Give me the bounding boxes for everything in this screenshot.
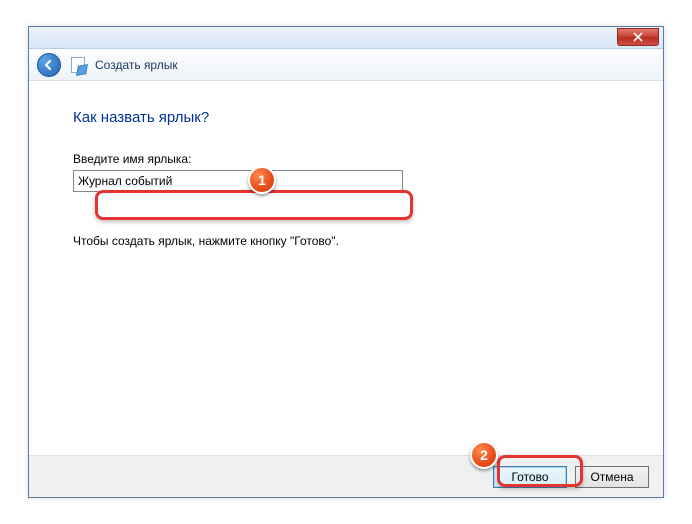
cancel-button[interactable]: Отмена bbox=[575, 466, 649, 488]
back-arrow-icon bbox=[43, 59, 55, 71]
page-heading: Как назвать ярлык? bbox=[73, 109, 619, 126]
header-title: Создать ярлык bbox=[95, 58, 178, 72]
wizard-content: Как назвать ярлык? Введите имя ярлыка: Ч… bbox=[29, 81, 663, 248]
finish-button[interactable]: Готово bbox=[493, 466, 567, 488]
wizard-footer: Готово Отмена bbox=[29, 455, 663, 497]
dialog-window: Создать ярлык Как назвать ярлык? Введите… bbox=[28, 26, 664, 498]
name-field-label: Введите имя ярлыка: bbox=[73, 152, 619, 166]
instruction-text: Чтобы создать ярлык, нажмите кнопку "Гот… bbox=[73, 234, 619, 248]
back-button[interactable] bbox=[37, 53, 61, 77]
titlebar bbox=[29, 27, 663, 49]
shortcut-name-input[interactable] bbox=[73, 170, 403, 192]
close-button[interactable] bbox=[617, 28, 659, 46]
shortcut-icon bbox=[71, 57, 85, 73]
wizard-header: Создать ярлык bbox=[29, 49, 663, 81]
close-icon bbox=[633, 32, 643, 42]
